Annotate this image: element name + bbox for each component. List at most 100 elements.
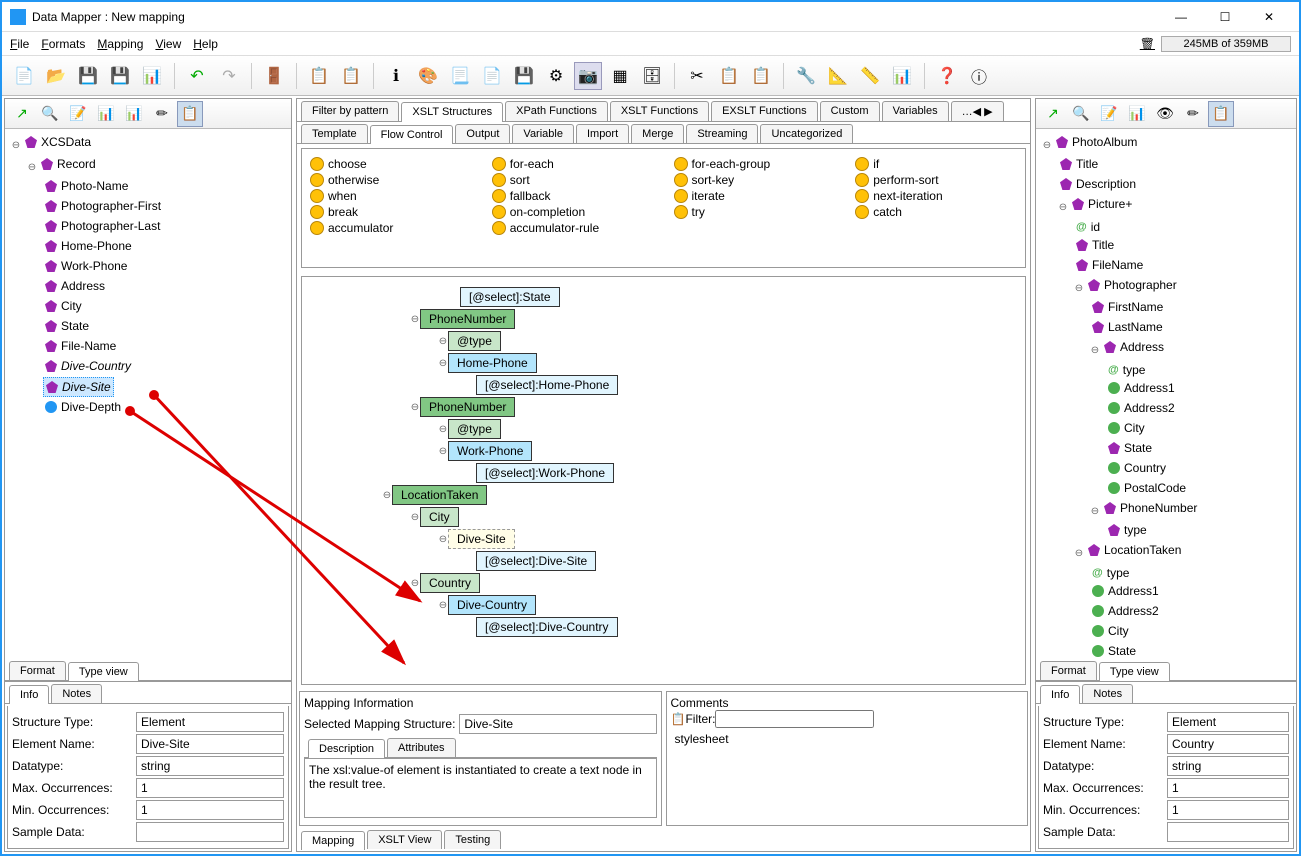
tree-item[interactable]: Address	[43, 277, 107, 295]
map-node[interactable]: [@select]:Home-Phone	[476, 375, 618, 395]
color-icon[interactable]: 🎨	[414, 62, 442, 90]
map-node[interactable]: @type	[448, 419, 501, 439]
tree-item[interactable]: Address2	[1108, 602, 1159, 620]
tab-typeview[interactable]: Type view	[68, 662, 139, 681]
tree-item[interactable]: FirstName	[1108, 298, 1163, 316]
doc2-icon[interactable]: 📋	[337, 62, 365, 90]
tree-item[interactable]: City	[1108, 622, 1129, 640]
tree-item[interactable]: Photo-Name	[43, 177, 130, 195]
tree-item[interactable]: Address1	[1124, 379, 1175, 397]
gear-icon[interactable]: ⚙	[542, 62, 570, 90]
paste-icon[interactable]: 📋	[747, 62, 775, 90]
menu-view[interactable]: View	[155, 37, 181, 51]
expand-icon[interactable]: ↗	[1040, 101, 1066, 127]
menu-mapping[interactable]: Mapping	[97, 37, 143, 51]
tree-item[interactable]: LocationTaken	[1104, 541, 1181, 559]
expand-icon[interactable]: ↗	[9, 101, 35, 127]
tab-info[interactable]: Info	[1040, 685, 1080, 704]
edit-icon[interactable]: ✏	[149, 101, 175, 127]
tree2-icon[interactable]: 👁	[1152, 101, 1178, 127]
map-node[interactable]: @type	[448, 331, 501, 351]
menu-file[interactable]: File	[10, 37, 29, 51]
tree-item[interactable]: PostalCode	[1124, 479, 1186, 497]
tab-xpath-functions[interactable]: XPath Functions	[505, 101, 608, 121]
search-icon[interactable]: 🔍	[1068, 101, 1094, 127]
tab-typeview[interactable]: Type view	[1099, 662, 1170, 681]
desc-text[interactable]: The xsl:value-of element is instantiated…	[304, 758, 657, 818]
inp-dt[interactable]	[1167, 756, 1289, 776]
inp-min[interactable]	[1167, 800, 1289, 820]
inp-filter[interactable]	[715, 710, 874, 728]
tree2-icon[interactable]: 📊	[121, 101, 147, 127]
fn-next-iteration[interactable]: next-iteration	[855, 189, 1017, 203]
map-node[interactable]: Country	[420, 573, 480, 593]
tab-variables[interactable]: Variables	[882, 101, 949, 121]
fn-catch[interactable]: catch	[855, 205, 1017, 219]
tab-output[interactable]: Output	[455, 124, 510, 143]
tab-description[interactable]: Description	[308, 739, 385, 758]
save-icon[interactable]: 💾	[74, 62, 102, 90]
toggle-icon[interactable]: ⊖	[438, 336, 448, 347]
open-icon[interactable]: 📂	[42, 62, 70, 90]
tool4-icon[interactable]: 📊	[888, 62, 916, 90]
inp-sd[interactable]	[1167, 822, 1289, 842]
map-node[interactable]: City	[420, 507, 459, 527]
tree-item[interactable]: Dive-Depth	[43, 398, 123, 416]
tree-item[interactable]: Title	[1092, 236, 1114, 254]
tree-root[interactable]: PhotoAlbum	[1072, 133, 1137, 151]
fn-sort-key[interactable]: sort-key	[674, 173, 836, 187]
exit-icon[interactable]: 🚪	[260, 62, 288, 90]
tool2-icon[interactable]: 📐	[824, 62, 852, 90]
tree-item[interactable]: type	[1123, 361, 1146, 379]
fn-choose[interactable]: choose	[310, 157, 472, 171]
tree-record[interactable]: Record	[57, 155, 96, 173]
tab-format[interactable]: Format	[1040, 661, 1097, 680]
tab-more[interactable]: …◀ ▶	[951, 101, 1004, 121]
doc1-icon[interactable]: 📋	[305, 62, 333, 90]
map-node[interactable]: [@select]:Dive-Site	[476, 551, 596, 571]
info-icon[interactable]: ℹ	[382, 62, 410, 90]
map-node[interactable]: PhoneNumber	[420, 309, 515, 329]
menu-formats[interactable]: Formats	[41, 37, 85, 51]
tree-item[interactable]: Picture+	[1088, 195, 1132, 213]
mapping-canvas[interactable]: [@select]:State⊖PhoneNumber⊖@type⊖Home-P…	[301, 276, 1026, 685]
tree-item[interactable]: type	[1107, 564, 1130, 582]
fn-when[interactable]: when	[310, 189, 472, 203]
tree-item[interactable]: Title	[1076, 155, 1098, 173]
notes-icon[interactable]: 📝	[1096, 101, 1122, 127]
toggle-icon[interactable]: ⊖	[438, 534, 448, 545]
tab-testing[interactable]: Testing	[444, 830, 501, 849]
notes-icon[interactable]: 📝	[65, 101, 91, 127]
tab-merge[interactable]: Merge	[631, 124, 684, 143]
tree-item[interactable]: Dive-Country	[43, 357, 133, 375]
help-icon[interactable]: ❓	[933, 62, 961, 90]
fn-fallback[interactable]: fallback	[492, 189, 654, 203]
tree-item[interactable]: File-Name	[43, 337, 118, 355]
map-node[interactable]: [@select]:Dive-Country	[476, 617, 618, 637]
toggle-icon[interactable]: ⊖	[410, 402, 420, 413]
toggle-icon[interactable]: ⊖	[438, 600, 448, 611]
tree-item[interactable]: Dive-Site	[43, 377, 114, 397]
inp-st[interactable]	[1167, 712, 1289, 732]
tree-item[interactable]: FileName	[1092, 256, 1143, 274]
tree-item[interactable]: Work-Phone	[43, 257, 129, 275]
close-button[interactable]: ✕	[1247, 3, 1291, 31]
fn-otherwise[interactable]: otherwise	[310, 173, 472, 187]
list-icon[interactable]: 📃	[446, 62, 474, 90]
toggle-icon[interactable]: ⊖	[382, 490, 392, 501]
tree-root[interactable]: XCSData	[41, 133, 91, 151]
fn-accumulator[interactable]: accumulator	[310, 221, 472, 235]
search-icon[interactable]: 🔍	[37, 101, 63, 127]
fn-perform-sort[interactable]: perform-sort	[855, 173, 1017, 187]
target-tree[interactable]: ⊖PhotoAlbum Title Description ⊖Picture+ …	[1036, 129, 1296, 659]
tab-uncategorized[interactable]: Uncategorized	[760, 124, 853, 143]
fn-for-each[interactable]: for-each	[492, 157, 654, 171]
map-node[interactable]: Home-Phone	[448, 353, 537, 373]
filter-icon[interactable]: 📋	[671, 712, 686, 726]
toggle-icon[interactable]: ⊖	[438, 446, 448, 457]
fn-break[interactable]: break	[310, 205, 472, 219]
tab-attributes[interactable]: Attributes	[387, 738, 455, 757]
export-icon[interactable]: 📊	[138, 62, 166, 90]
toggle-icon[interactable]: ⊖	[438, 358, 448, 369]
tree-item[interactable]: LastName	[1108, 318, 1163, 336]
